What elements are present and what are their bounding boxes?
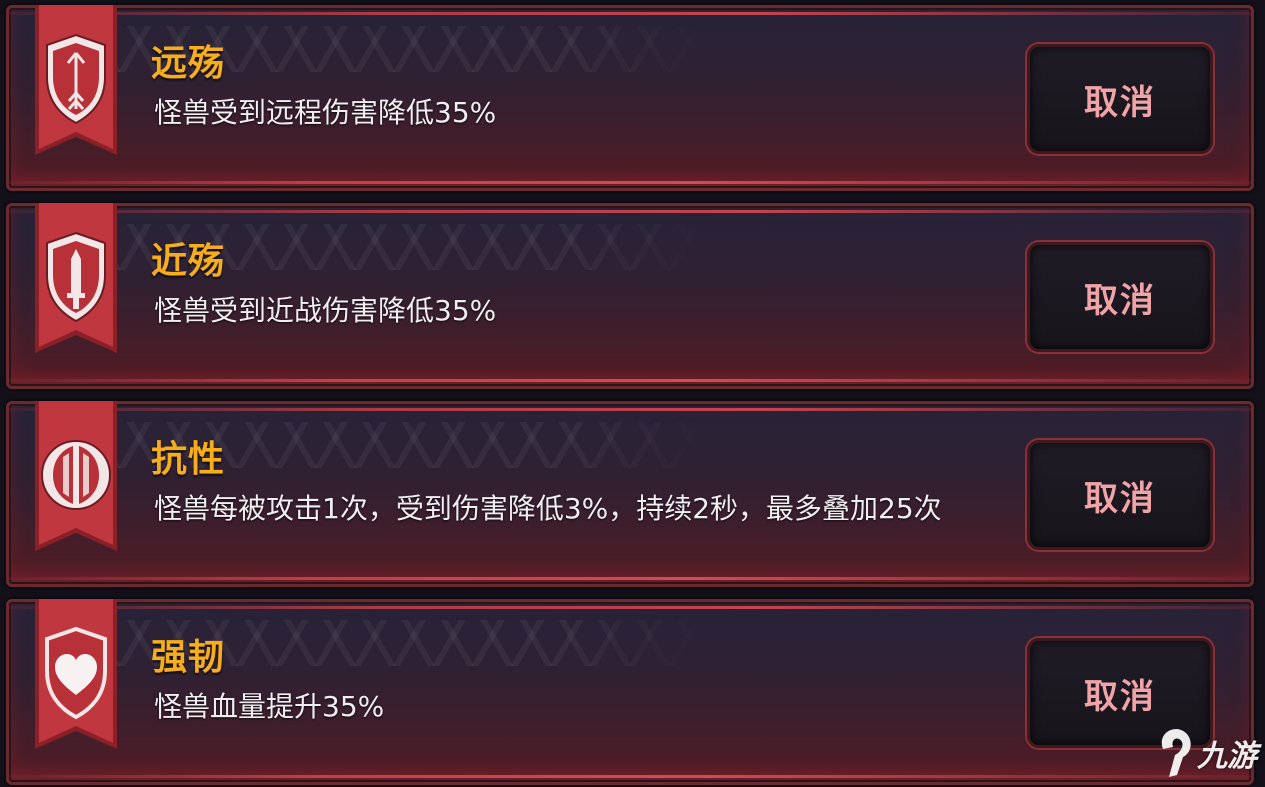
cancel-button[interactable]: 取消 <box>1027 440 1213 550</box>
watermark: 九游 <box>1155 727 1257 779</box>
modifier-title: 强韧 <box>151 637 226 678</box>
cancel-button[interactable]: 取消 <box>1027 242 1213 352</box>
watermark-text: 九游 <box>1197 739 1257 774</box>
cancel-button-label: 取消 <box>1084 82 1156 123</box>
sword-shield-icon <box>35 203 117 353</box>
modifier-card-resistance: 抗性 怪兽每被攻击1次，受到伤害降低3%，持续2秒，最多叠加25次 取消 <box>6 401 1254 587</box>
modifier-list: 远殇 怪兽受到远程伤害降低35% 取消 近殇 怪兽受到近战伤害降低35% 取消 <box>0 0 1265 787</box>
card-banner <box>33 401 119 571</box>
modifier-title: 远殇 <box>151 43 226 84</box>
modifier-description: 怪兽受到近战伤害降低35% <box>154 294 497 327</box>
cancel-button-label: 取消 <box>1084 676 1156 717</box>
cancel-button-label: 取消 <box>1084 280 1156 321</box>
cancel-button[interactable]: 取消 <box>1027 44 1213 154</box>
modifier-description: 怪兽血量提升35% <box>154 690 385 723</box>
modifier-title: 抗性 <box>151 439 226 480</box>
arrow-shield-icon <box>35 5 117 155</box>
card-banner <box>33 599 119 769</box>
card-banner <box>33 203 119 373</box>
watermark-logo-icon <box>1161 729 1191 777</box>
heart-shield-icon <box>35 599 117 749</box>
modifier-card-ranged: 远殇 怪兽受到远程伤害降低35% 取消 <box>6 5 1254 191</box>
modifier-description: 怪兽受到远程伤害降低35% <box>154 96 497 129</box>
modifier-title: 近殇 <box>151 241 226 282</box>
split-shield-icon <box>35 401 117 551</box>
cancel-button-label: 取消 <box>1084 478 1156 519</box>
modifier-card-toughness: 强韧 怪兽血量提升35% 取消 <box>6 599 1254 785</box>
modifier-description: 怪兽每被攻击1次，受到伤害降低3%，持续2秒，最多叠加25次 <box>154 492 942 525</box>
modifier-card-melee: 近殇 怪兽受到近战伤害降低35% 取消 <box>6 203 1254 389</box>
card-banner <box>33 5 119 175</box>
